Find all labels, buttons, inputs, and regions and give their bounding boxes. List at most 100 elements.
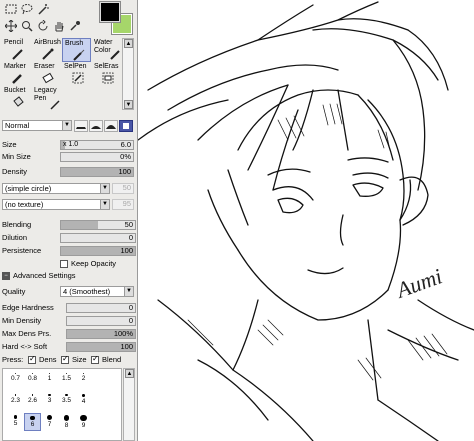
scroll-up-icon[interactable]: ▲	[125, 369, 134, 378]
brush-bucket[interactable]: Bucket	[2, 86, 31, 110]
texture-value: (no texture)	[5, 200, 44, 209]
brush-size-value: 9	[81, 422, 86, 430]
max-dens-prs-slider[interactable]: 100%	[66, 329, 136, 339]
brush-size-dot	[82, 373, 85, 375]
brush-size-value: 2	[81, 375, 86, 383]
legacy-pen-icon	[50, 100, 60, 110]
brush-size-preset[interactable]: 7	[41, 413, 58, 431]
size-multiplier[interactable]: x 1.0	[63, 140, 78, 150]
press-dens-label: Dens	[39, 355, 57, 364]
size-slider[interactable]: x 1.0 6.0	[60, 140, 134, 150]
move-tool-icon[interactable]	[4, 19, 18, 33]
brush-shape-low-icon[interactable]	[89, 120, 103, 132]
texture-select[interactable]: (no texture) ▼	[2, 199, 110, 210]
edge-hardness-value: 0	[128, 303, 133, 312]
drawing-canvas[interactable]: Aumi	[138, 0, 474, 441]
brush-airbrush[interactable]: AirBrush	[32, 38, 61, 62]
blend-mode-select[interactable]: Normal ▼	[2, 120, 72, 131]
brush-marker[interactable]: Marker	[2, 62, 31, 86]
brush-legacy-pen[interactable]: Legacy Pen	[32, 86, 61, 110]
brush-size-preset[interactable]: 9	[75, 413, 92, 431]
blending-slider[interactable]: 50	[60, 220, 136, 230]
brush-size-dot	[13, 415, 18, 419]
brush-size-preset[interactable]: 1.5	[58, 371, 75, 389]
brush-brush[interactable]: Brush	[62, 38, 91, 62]
texture-amount-value: 95	[122, 199, 131, 208]
brush-size-preset[interactable]: 3.5	[58, 392, 75, 410]
brush-size-preset[interactable]: 4	[75, 392, 92, 410]
press-dens-checkbox[interactable]	[28, 354, 36, 364]
brush-size-dot	[31, 394, 34, 396]
brush-size-dot	[80, 415, 87, 422]
brush-size-preset[interactable]: 2.6	[24, 392, 41, 410]
brush-label: Brush	[65, 40, 84, 47]
min-size-row: Min Size 0%	[2, 152, 136, 162]
brush-size-value: 2.6	[27, 396, 38, 404]
edge-hardness-row: Edge Hardness 0	[2, 303, 136, 313]
advanced-settings-header[interactable]: − Advanced Settings	[2, 271, 136, 281]
brush-grid-scrollbar[interactable]: ▲ ▼	[122, 38, 134, 110]
brush-water-color[interactable]: Water Color	[92, 38, 121, 62]
eyedropper-icon[interactable]	[68, 19, 82, 33]
press-size-label: Size	[72, 355, 87, 364]
brush-size-preset[interactable]: 2	[75, 371, 92, 389]
edge-hardness-slider[interactable]: 0	[66, 303, 136, 313]
quality-select[interactable]: 4 (Smoothest) ▼	[60, 286, 134, 297]
min-density-label: Min Density	[2, 316, 42, 325]
scroll-up-icon[interactable]: ▲	[124, 39, 133, 48]
magic-wand-icon[interactable]	[36, 2, 50, 16]
brush-size-scrollbar[interactable]: ▲	[123, 368, 135, 441]
foreground-color-swatch[interactable]	[99, 1, 121, 23]
brush-label: SelPen	[64, 63, 87, 70]
brush-shape-flat-icon[interactable]	[74, 120, 88, 132]
brush-size-dot	[65, 373, 68, 375]
watercolor-icon	[110, 50, 120, 60]
density-value: 100	[118, 167, 131, 176]
brush-shape-amount[interactable]: 50	[112, 183, 134, 194]
brush-size-preset[interactable]: 3	[41, 392, 58, 410]
brush-size-preset[interactable]: 5	[7, 413, 24, 431]
max-dens-prs-row: Max Dens Prs. 100%	[2, 329, 136, 339]
dilution-slider[interactable]: 0	[60, 233, 136, 243]
zoom-icon[interactable]	[20, 19, 34, 33]
brush-size-preset[interactable]: 8	[58, 413, 75, 431]
brush-seleras[interactable]: SelEras	[92, 62, 121, 86]
press-size-checkbox[interactable]	[61, 354, 69, 364]
brush-eraser[interactable]: Eraser	[32, 62, 61, 86]
texture-amount[interactable]: 95	[112, 199, 134, 210]
persistence-label: Persistence	[2, 246, 42, 255]
quality-row: Quality 4 (Smoothest) ▼	[2, 286, 136, 297]
keep-opacity-checkbox[interactable]	[60, 260, 68, 268]
brush-size-preset[interactable]: 0.8	[24, 371, 41, 389]
density-row: Density 100	[2, 167, 136, 177]
scroll-down-icon[interactable]: ▼	[124, 100, 133, 109]
chevron-down-icon: ▼	[62, 121, 71, 130]
dilution-value: 0	[128, 233, 133, 242]
brush-shape-select[interactable]: (simple circle) ▼	[2, 183, 110, 194]
brush-pencil[interactable]: Pencil	[2, 38, 31, 62]
brush-shape-round-icon[interactable]	[104, 120, 118, 132]
rotate-icon[interactable]	[36, 19, 50, 33]
brush-shape-square-icon[interactable]	[119, 120, 133, 132]
brush-size-preset[interactable]: 2.3	[7, 392, 24, 410]
brush-selpen[interactable]: SelPen	[62, 62, 91, 86]
min-density-slider[interactable]: 0	[66, 316, 136, 326]
min-size-slider[interactable]: 0%	[60, 152, 134, 162]
press-blend-checkbox[interactable]	[91, 354, 99, 364]
hard-soft-slider[interactable]: 100	[66, 342, 136, 352]
brush-size-value: 0.8	[27, 375, 38, 382]
brush-size-preset[interactable]: 0.7	[7, 371, 24, 389]
collapse-icon[interactable]: −	[2, 272, 10, 280]
lasso-tool-icon[interactable]	[20, 2, 34, 16]
selection-tool-icon[interactable]	[4, 2, 18, 16]
density-slider[interactable]: 100	[60, 167, 134, 177]
persistence-slider[interactable]: 100	[60, 246, 136, 256]
size-value: 6.0	[120, 140, 131, 149]
brush-size-preset[interactable]: 6	[24, 413, 41, 431]
tool-icon-bar	[4, 2, 96, 36]
hand-icon[interactable]	[52, 19, 66, 33]
brush-size-value: 6	[30, 421, 35, 429]
brush-size-dot	[14, 394, 17, 396]
brush-size-preset[interactable]: 1	[41, 371, 58, 389]
brush-size-dot	[48, 394, 51, 397]
